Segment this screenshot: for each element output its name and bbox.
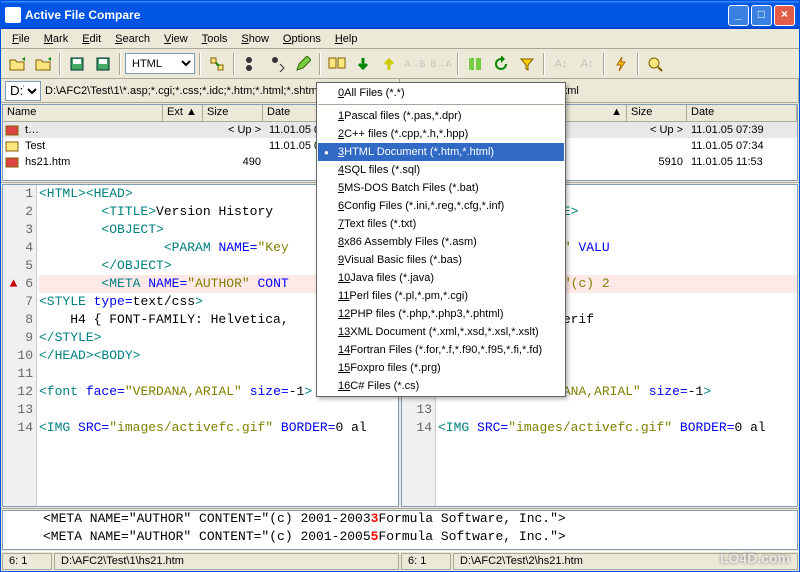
dropdown-item[interactable]: 0 All Files (*.*) [318,84,564,102]
dropdown-item[interactable]: 9 Visual Basic files (*.bas) [318,251,564,269]
col-size[interactable]: Size [203,105,263,121]
path-filter-left: D:\AFC2\Test\1\*.asp;*.cgi;*.css;*.idc;*… [45,85,354,97]
col-ext[interactable]: Ext ▲ [163,105,203,121]
edit-button[interactable] [291,52,315,76]
filetype-dropdown[interactable]: HTML [125,53,195,74]
refresh-button[interactable] [489,52,513,76]
dropdown-item[interactable]: 13 XML Document (*.xml,*.xsd,*.xsl,*.xsl… [318,323,564,341]
menu-help[interactable]: Help [328,31,365,46]
status-pos-right: 6: 1 [401,553,451,570]
menu-tools[interactable]: Tools [195,31,235,46]
menu-view[interactable]: View [157,31,195,46]
menubar: File Mark Edit Search View Tools Show Op… [1,29,799,49]
dropdown-item[interactable]: 1 Pascal files (*.pas,*.dpr) [318,107,564,125]
file-html-icon [5,155,19,169]
lightning-button[interactable] [609,52,633,76]
compare-button[interactable] [205,52,229,76]
save-right-button[interactable] [91,52,115,76]
filetype-dropdown-menu[interactable]: 0 All Files (*.*) 1 Pascal files (*.pas,*… [316,82,566,397]
gutter-left: 1 2 3 4 5▲ 6 7 8 9 10 11 12 13 14 [3,185,37,506]
dropdown-item[interactable]: 14 Fortran Files (*.for,*.f,*.f90,*.f95,… [318,341,564,359]
drive-select-left[interactable]: D:\ [5,81,41,101]
minimize-button[interactable]: _ [728,5,749,26]
watermark: LO4D.com [720,550,790,566]
save-left-button[interactable] [65,52,89,76]
dropdown-item[interactable]: 5 MS-DOS Batch Files (*.bat) [318,179,564,197]
app-icon [5,7,21,23]
dropdown-item[interactable]: ●3 HTML Document (*.htm,*.html) [318,143,564,161]
col-date[interactable]: Date [687,105,797,121]
diff-line-1: <META NAME="AUTHOR" CONTENT="(c) 2001-20… [3,511,797,529]
close-button[interactable]: × [774,5,795,26]
dropdown-item[interactable]: 12 PHP files (*.php,*.php3,*.phtml) [318,305,564,323]
open-right-button[interactable] [31,52,55,76]
col-size[interactable]: Size [627,105,687,121]
dropdown-item[interactable]: 11 Perl files (*.pl,*.pm,*.cgi) [318,287,564,305]
dropdown-item[interactable]: 4 SQL files (*.sql) [318,161,564,179]
status-pos-left: 6: 1 [2,553,52,570]
prev-diff-button[interactable] [377,52,401,76]
menu-file[interactable]: File [5,31,37,46]
zoom-button[interactable] [643,52,667,76]
folder-up-icon [5,123,19,137]
dropdown-item[interactable]: 7 Text files (*.txt) [318,215,564,233]
dropdown-item[interactable]: 6 Config Files (*.ini,*.reg,*.cfg,*.inf) [318,197,564,215]
filter-button[interactable] [515,52,539,76]
open-left-button[interactable] [5,52,29,76]
dropdown-item[interactable]: 2 C++ files (*.cpp,*.h,*.hpp) [318,125,564,143]
titlebar[interactable]: Active File Compare _ □ × [1,1,799,29]
statusbar: 6: 1 D:\AFC2\Test\1\hs21.htm 6: 1 D:\AFC… [1,551,799,571]
find-next-button[interactable] [265,52,289,76]
maximize-button[interactable]: □ [751,5,772,26]
font-button[interactable]: A↕ [549,52,573,76]
menu-show[interactable]: Show [234,31,276,46]
merge-button[interactable] [325,52,349,76]
toolbar: HTML A→B B→A A↕ A↕ [1,49,799,79]
menu-edit[interactable]: Edit [75,31,108,46]
status-path-left: D:\AFC2\Test\1\hs21.htm [54,553,399,570]
diff-line-2: <META NAME="AUTHOR" CONTENT="(c) 2001-20… [3,529,797,547]
dropdown-item[interactable]: 15 Foxpro files (*.prg) [318,359,564,377]
menu-mark[interactable]: Mark [37,31,75,46]
next-diff-button[interactable] [351,52,375,76]
diff-detail-bar: <META NAME="AUTHOR" CONTENT="(c) 2001-20… [2,510,798,550]
dropdown-item[interactable]: 10 Java files (*.java) [318,269,564,287]
folder-icon [5,139,19,153]
copy-left-button[interactable]: A→B [403,52,427,76]
window-title: Active File Compare [25,8,728,22]
font2-button[interactable]: A↕ [575,52,599,76]
dropdown-item[interactable]: 8 x86 Assembly Files (*.asm) [318,233,564,251]
col-name[interactable]: Name [3,105,163,121]
sync-button[interactable] [463,52,487,76]
find-button[interactable] [239,52,263,76]
copy-right-button[interactable]: B→A [429,52,453,76]
dropdown-item[interactable]: 16 C# Files (*.cs) [318,377,564,395]
menu-options[interactable]: Options [276,31,328,46]
menu-search[interactable]: Search [108,31,157,46]
